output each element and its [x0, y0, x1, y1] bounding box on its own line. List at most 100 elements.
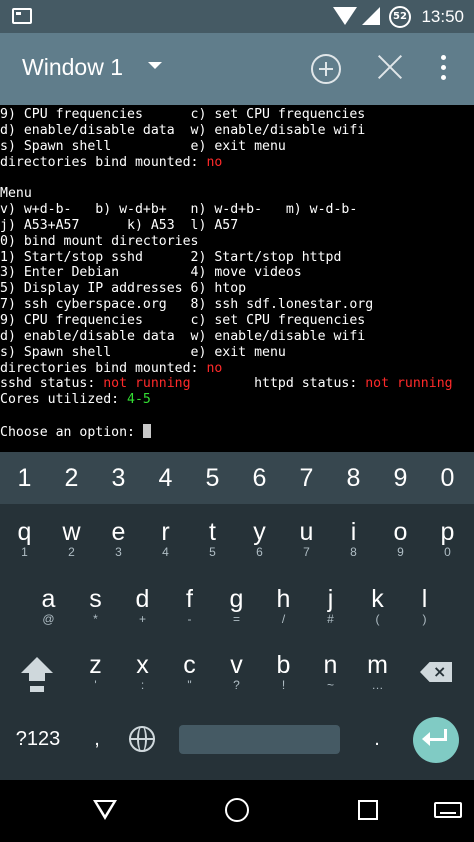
key-label: k [371, 585, 384, 613]
terminal-text: 9) CPU frequencies c) set CPU frequencie… [0, 312, 366, 328]
key-label: c [183, 651, 196, 679]
terminal-text: 3) Enter Debian 4) move videos [0, 265, 302, 281]
key-label: w [62, 518, 81, 546]
key-t[interactable]: t5 [189, 518, 236, 559]
key-label: b [276, 651, 291, 679]
key-m[interactable]: m… [354, 651, 401, 692]
enter-key-icon[interactable] [413, 717, 459, 763]
key-5[interactable]: 5 [189, 464, 236, 493]
key-w[interactable]: w2 [48, 518, 95, 559]
key-label: p [440, 518, 455, 546]
key-z[interactable]: z ' [72, 651, 119, 692]
terminal-text: no [206, 360, 223, 376]
shift-key-icon[interactable] [21, 657, 53, 693]
backspace-key-icon[interactable]: × [420, 662, 452, 682]
terminal-text: 0) bind mount directories [0, 233, 199, 249]
key-r[interactable]: r4 [142, 518, 189, 559]
key-p[interactable]: p0 [424, 518, 471, 559]
terminal-line: d) enable/disable data w) enable/disable… [0, 329, 474, 345]
home-icon[interactable] [225, 798, 249, 822]
period-key[interactable]: . [362, 728, 392, 751]
terminal-cursor [142, 423, 151, 438]
key-2[interactable]: 2 [48, 464, 95, 493]
terminal-line: directories bind mounted: no [0, 155, 474, 171]
terminal-text: 4-5 [127, 392, 151, 408]
terminal-text: directories bind mounted: [0, 360, 207, 376]
key-label: u [299, 518, 314, 546]
key-q[interactable]: q1 [1, 518, 48, 559]
terminal-text: directories bind mounted: [0, 154, 207, 170]
key-alt-label: ! [281, 678, 286, 692]
symbols-key[interactable]: ?123 [14, 728, 62, 751]
key-1[interactable]: 1 [1, 464, 48, 493]
key-alt-label: - [187, 612, 192, 626]
key-g[interactable]: g = [213, 585, 260, 626]
key-k[interactable]: k( [354, 585, 401, 626]
chevron-down-icon[interactable] [148, 62, 162, 69]
globe-icon[interactable] [129, 726, 155, 752]
key-label: j [327, 585, 334, 613]
terminal-line: v) w+d-b- b) w-d+b+ n) w-d+b- m) w-d-b- [0, 202, 474, 218]
key-alt-label: 6 [256, 545, 263, 559]
terminal-text: Menu [0, 186, 32, 202]
key-s[interactable]: s * [72, 585, 119, 626]
key-v[interactable]: v? [213, 651, 260, 692]
key-label: z [89, 651, 102, 679]
key-7[interactable]: 7 [283, 464, 330, 493]
key-f[interactable]: f- [166, 585, 213, 626]
terminal-text: Choose an option: [0, 424, 143, 440]
add-window-button[interactable] [311, 54, 341, 84]
key-alt-label: / [281, 612, 286, 626]
key-i[interactable]: i8 [330, 518, 377, 559]
key-6[interactable]: 6 [236, 464, 283, 493]
terminal-text: s) Spawn shell e) exit menu [0, 344, 286, 360]
key-h[interactable]: h / [260, 585, 307, 626]
key-a[interactable]: a @ [25, 585, 72, 626]
key-b[interactable]: b! [260, 651, 307, 692]
key-label: h [276, 585, 291, 613]
key-3[interactable]: 3 [95, 464, 142, 493]
close-window-button[interactable] [376, 53, 404, 81]
back-icon[interactable] [93, 800, 117, 820]
key-0[interactable]: 0 [424, 464, 471, 493]
key-label: i [350, 518, 357, 546]
terminal-text: no [206, 154, 223, 170]
key-d[interactable]: d + [119, 585, 166, 626]
terminal-text: Cores utilized: [0, 392, 128, 408]
key-label: o [393, 518, 408, 546]
battery-icon: 52 [389, 6, 411, 28]
soft-keyboard: 1234567890 q1w2e3r4t5y6u7i8o9p0 a @ s * d + f -… [0, 452, 474, 780]
key-e[interactable]: e3 [95, 518, 142, 559]
key-x[interactable]: x: [119, 651, 166, 692]
keyboard-switch-icon[interactable] [434, 802, 462, 818]
terminal-output[interactable]: 9) CPU frequencies c) set CPU frequencie… [0, 105, 474, 454]
key-l[interactable]: l) [401, 585, 448, 626]
key-alt-label: ' [94, 678, 97, 692]
comma-key[interactable]: , [82, 728, 112, 751]
window-title[interactable]: Window 1 [22, 54, 123, 81]
key-n[interactable]: n ~ [307, 651, 354, 692]
key-c[interactable]: c " [166, 651, 213, 692]
key-9[interactable]: 9 [377, 464, 424, 493]
space-key[interactable] [179, 725, 340, 754]
wifi-icon [333, 7, 357, 25]
key-y[interactable]: y6 [236, 518, 283, 559]
key-u[interactable]: u7 [283, 518, 330, 559]
terminal-line: 9) CPU frequencies c) set CPU frequencie… [0, 313, 474, 329]
key-alt-label: @ [42, 612, 55, 626]
key-o[interactable]: o9 [377, 518, 424, 559]
terminal-line: 0) bind mount directories [0, 234, 474, 250]
key-alt-label: 4 [162, 545, 169, 559]
recents-icon[interactable] [358, 800, 378, 820]
overflow-menu-icon[interactable] [441, 55, 447, 83]
navigation-bar [0, 780, 474, 842]
key-4[interactable]: 4 [142, 464, 189, 493]
key-j[interactable]: j # [307, 585, 354, 626]
app-toolbar: Window 1 [0, 33, 474, 105]
key-alt-label: 3 [115, 545, 122, 559]
key-8[interactable]: 8 [330, 464, 377, 493]
key-alt-label: 7 [303, 545, 310, 559]
terminal-text: v) w+d-b- b) w-d+b+ n) w-d+b- m) w-d-b- [0, 202, 358, 218]
key-alt-label: + [138, 612, 146, 626]
